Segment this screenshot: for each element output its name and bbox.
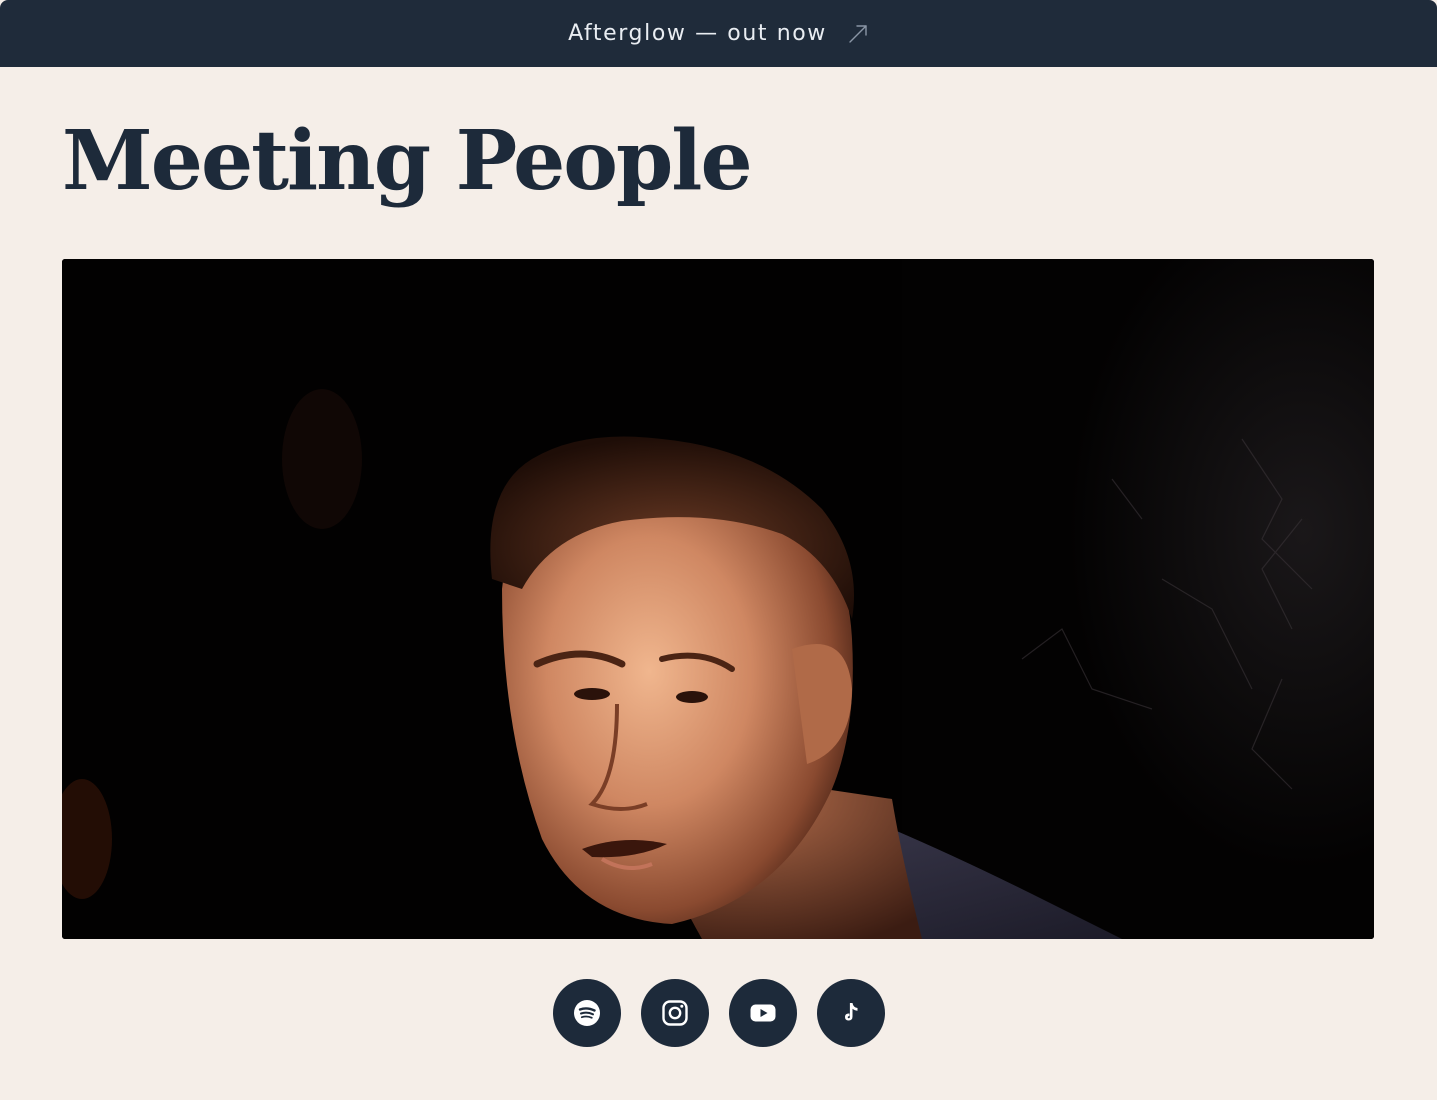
- youtube-icon: [748, 998, 778, 1028]
- youtube-button[interactable]: [728, 979, 797, 1047]
- tiktok-icon: [836, 998, 866, 1028]
- arrow-up-right-icon: [847, 23, 869, 45]
- artist-photo: [62, 259, 1374, 939]
- instagram-button[interactable]: [640, 979, 709, 1047]
- announcement-banner[interactable]: Afterglow — out now: [0, 0, 1437, 67]
- instagram-icon: [660, 998, 690, 1028]
- banner-text: Afterglow — out now: [568, 20, 827, 46]
- social-links: [0, 979, 1437, 1047]
- tiktok-button[interactable]: [816, 979, 885, 1047]
- spotify-button[interactable]: [552, 979, 621, 1047]
- spotify-icon: [572, 998, 602, 1028]
- page-title: Meeting People: [62, 113, 753, 209]
